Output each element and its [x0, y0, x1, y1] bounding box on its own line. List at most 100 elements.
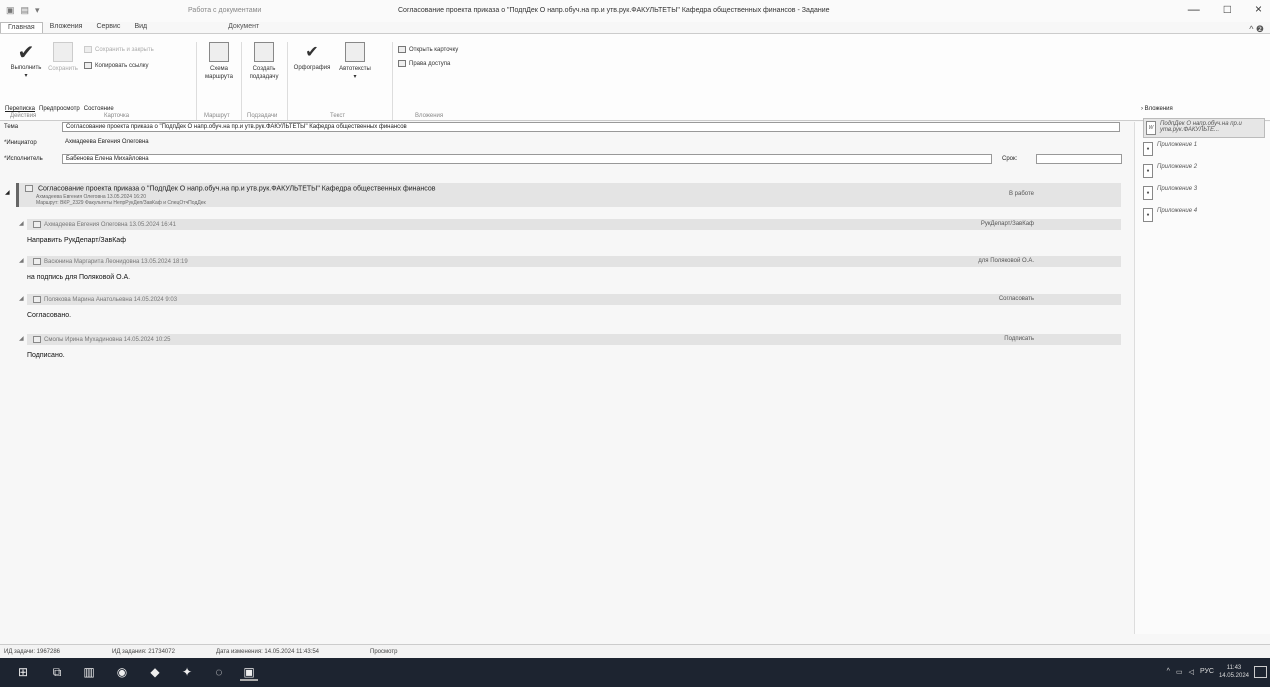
network-icon[interactable]: ▭ — [1176, 668, 1183, 676]
spelling-button[interactable]: ✔ Орфография — [290, 42, 334, 72]
maximize-button[interactable]: □ — [1224, 2, 1231, 16]
message-icon — [33, 296, 41, 303]
task-icon — [25, 185, 33, 192]
ribbon: ✔ Выполнить ▾ Сохранить Сохранить и закр… — [0, 33, 1270, 121]
list-item: ◢ Васюнина Маргарита Леонидовна 13.05.20… — [19, 256, 1121, 281]
entry-header[interactable]: ◢ Васюнина Маргарита Леонидовна 13.05.20… — [19, 256, 1121, 267]
copy-link-label: Копировать ссылку — [95, 62, 149, 69]
deadline-field[interactable] — [1036, 154, 1122, 164]
chevron-up-icon[interactable]: ^ — [1167, 668, 1170, 676]
group-separator — [196, 42, 197, 120]
attachment-main[interactable]: W ПодпДек О напр.обуч.на пр.и утв.рук.ФА… — [1143, 118, 1265, 138]
entry-status: Согласовать — [998, 296, 1034, 302]
group-label-actions: Действия — [10, 113, 37, 119]
dropdown-icon[interactable]: ▾ — [35, 5, 40, 16]
access-rights-label: Права доступа — [409, 60, 451, 67]
entry-author: Ахмадеева Евгения Олеговна 13.05.2024 16… — [44, 222, 176, 229]
attachment-name: Приложение 3 — [1157, 186, 1198, 192]
entry-status: РукДепарт/ЗавКаф — [980, 221, 1034, 227]
entry-header[interactable]: ◢ Смолы Ирина Мухадиновна 14.05.2024 10:… — [19, 334, 1121, 345]
task-main-pane: Переписка Предпросмотр Состояние Тема Со… — [0, 106, 1134, 634]
group-label-attachments: Вложения — [415, 113, 444, 119]
file-explorer-icon[interactable]: ▥ — [80, 664, 98, 681]
tab-state[interactable]: Состояние — [84, 106, 114, 112]
lock-icon — [398, 60, 406, 67]
app-icon[interactable]: ◌ — [210, 664, 228, 681]
initiator-field[interactable]: Ахмадеева Евгения Олеговна — [62, 138, 462, 148]
tab-correspondence[interactable]: Переписка — [5, 106, 35, 112]
attachment-3[interactable]: ● Приложение 3 — [1143, 186, 1265, 200]
save-and-close-button[interactable]: Сохранить и закрыть — [84, 46, 154, 53]
active-app-icon[interactable]: ▣ — [240, 664, 258, 681]
quick-access-toolbar: ▣ ▤ ▾ — [6, 5, 40, 16]
route-diagram-icon — [209, 42, 229, 62]
attachment-2[interactable]: ● Приложение 2 — [1143, 164, 1265, 178]
spelling-label: Орфография — [293, 65, 331, 71]
copy-link-button[interactable]: Копировать ссылку — [84, 62, 148, 69]
executor-field[interactable]: Бабенова Елена Михайловна — [62, 154, 992, 164]
autotexts-button[interactable]: Автотексты ▾ — [334, 42, 376, 81]
window-title: Согласование проекта приказа о "ПодпДек … — [398, 7, 830, 14]
volume-icon[interactable]: ◁ — [1189, 668, 1194, 676]
windows-start-icon[interactable]: ⊞ — [14, 664, 32, 681]
tab-preview[interactable]: Предпросмотр — [39, 106, 80, 112]
pdf-icon: ● — [1143, 142, 1153, 156]
attachment-name: Приложение 4 — [1157, 208, 1198, 214]
keyboard-language[interactable]: РУС — [1200, 668, 1214, 676]
attachment-1[interactable]: ● Приложение 1 — [1143, 142, 1265, 156]
executor-label: *Исполнитель — [4, 156, 43, 162]
save-button[interactable]: Сохранить — [46, 42, 80, 73]
checkmark-icon: ✔ — [17, 42, 35, 64]
task-header[interactable]: ◢ Согласование проекта приказа о "ПодпДе… — [5, 183, 1121, 207]
subject-field[interactable]: Согласование проекта приказа о "ПодпДек … — [62, 122, 1120, 132]
entry-header[interactable]: ◢ Ахмадеева Евгения Олеговна 13.05.2024 … — [19, 219, 1121, 230]
attachment-4[interactable]: ● Приложение 4 — [1143, 208, 1265, 222]
message-icon — [33, 258, 41, 265]
route-scheme-button[interactable]: Схема маршрута — [200, 42, 238, 81]
task-view-icon[interactable]: ⧉ — [48, 664, 66, 681]
group-label-route: Маршрут — [204, 113, 230, 119]
autotexts-label: Автотексты — [339, 66, 371, 72]
collapse-arrow-icon[interactable]: ◢ — [19, 220, 24, 227]
entry-text: Согласовано. — [27, 312, 72, 319]
pdf-icon: ● — [1143, 186, 1153, 200]
access-rights-button[interactable]: Права доступа — [398, 60, 450, 67]
entry-text: Подписано. — [27, 352, 65, 359]
app-icon[interactable]: ◆ — [146, 664, 164, 681]
entry-text: Направить РукДепарт/ЗавКаф — [27, 237, 126, 244]
list-item: ◢ Смолы Ирина Мухадиновна 14.05.2024 10:… — [19, 334, 1121, 359]
subject-label: Тема — [4, 124, 19, 130]
save-icon[interactable]: ▤ — [21, 5, 30, 16]
task-status: В работе — [1008, 191, 1034, 197]
attachment-name: ПодпДек О напр.обуч.на пр.и утв.рук.ФАКУ… — [1160, 121, 1242, 133]
close-button[interactable]: × — [1255, 2, 1262, 16]
yandex-browser-icon[interactable]: ◉ — [113, 664, 131, 681]
open-card-button[interactable]: Открыть карточку — [398, 46, 458, 53]
group-separator — [287, 42, 288, 120]
floppy-icon — [53, 42, 73, 62]
minimize-button[interactable]: — — [1188, 2, 1200, 16]
expand-icon: › — [1141, 106, 1143, 112]
notification-icon[interactable] — [1254, 666, 1267, 678]
collapse-arrow-icon[interactable]: ◢ — [19, 295, 24, 302]
collapse-arrow-icon[interactable]: ◢ — [19, 335, 24, 342]
attachment-name: Приложение 1 — [1157, 142, 1198, 148]
contextual-tab-group: Работа с документами — [188, 7, 262, 14]
create-subtask-button[interactable]: Создать подзадачу — [244, 42, 284, 81]
execute-button[interactable]: ✔ Выполнить ▾ — [6, 42, 46, 80]
save-label: Сохранить — [48, 66, 78, 72]
entry-header[interactable]: ◢ Полякова Марина Анатольевна 14.05.2024… — [19, 294, 1121, 305]
collapse-arrow-icon[interactable]: ◢ — [19, 257, 24, 264]
attachments-title: Вложения — [1144, 106, 1173, 112]
initiator-row: *Инициатор Ахмадеева Евгения Олеговна — [0, 138, 1130, 150]
app-icon[interactable]: ✦ — [178, 664, 196, 681]
collapse-arrow-icon[interactable]: ◢ — [5, 189, 10, 196]
save-close-icon — [84, 46, 92, 53]
autotext-icon — [345, 42, 365, 62]
attachments-header[interactable]: › Вложения — [1141, 106, 1173, 112]
clock[interactable]: 11:43 14.05.2024 — [1219, 664, 1249, 680]
group-label-card: Карточка — [104, 113, 130, 119]
attachments-pane: › Вложения W ПодпДек О напр.обуч.на пр.и… — [1134, 106, 1270, 634]
app-icon: ▣ — [6, 5, 15, 15]
initiator-label: *Инициатор — [4, 140, 37, 146]
